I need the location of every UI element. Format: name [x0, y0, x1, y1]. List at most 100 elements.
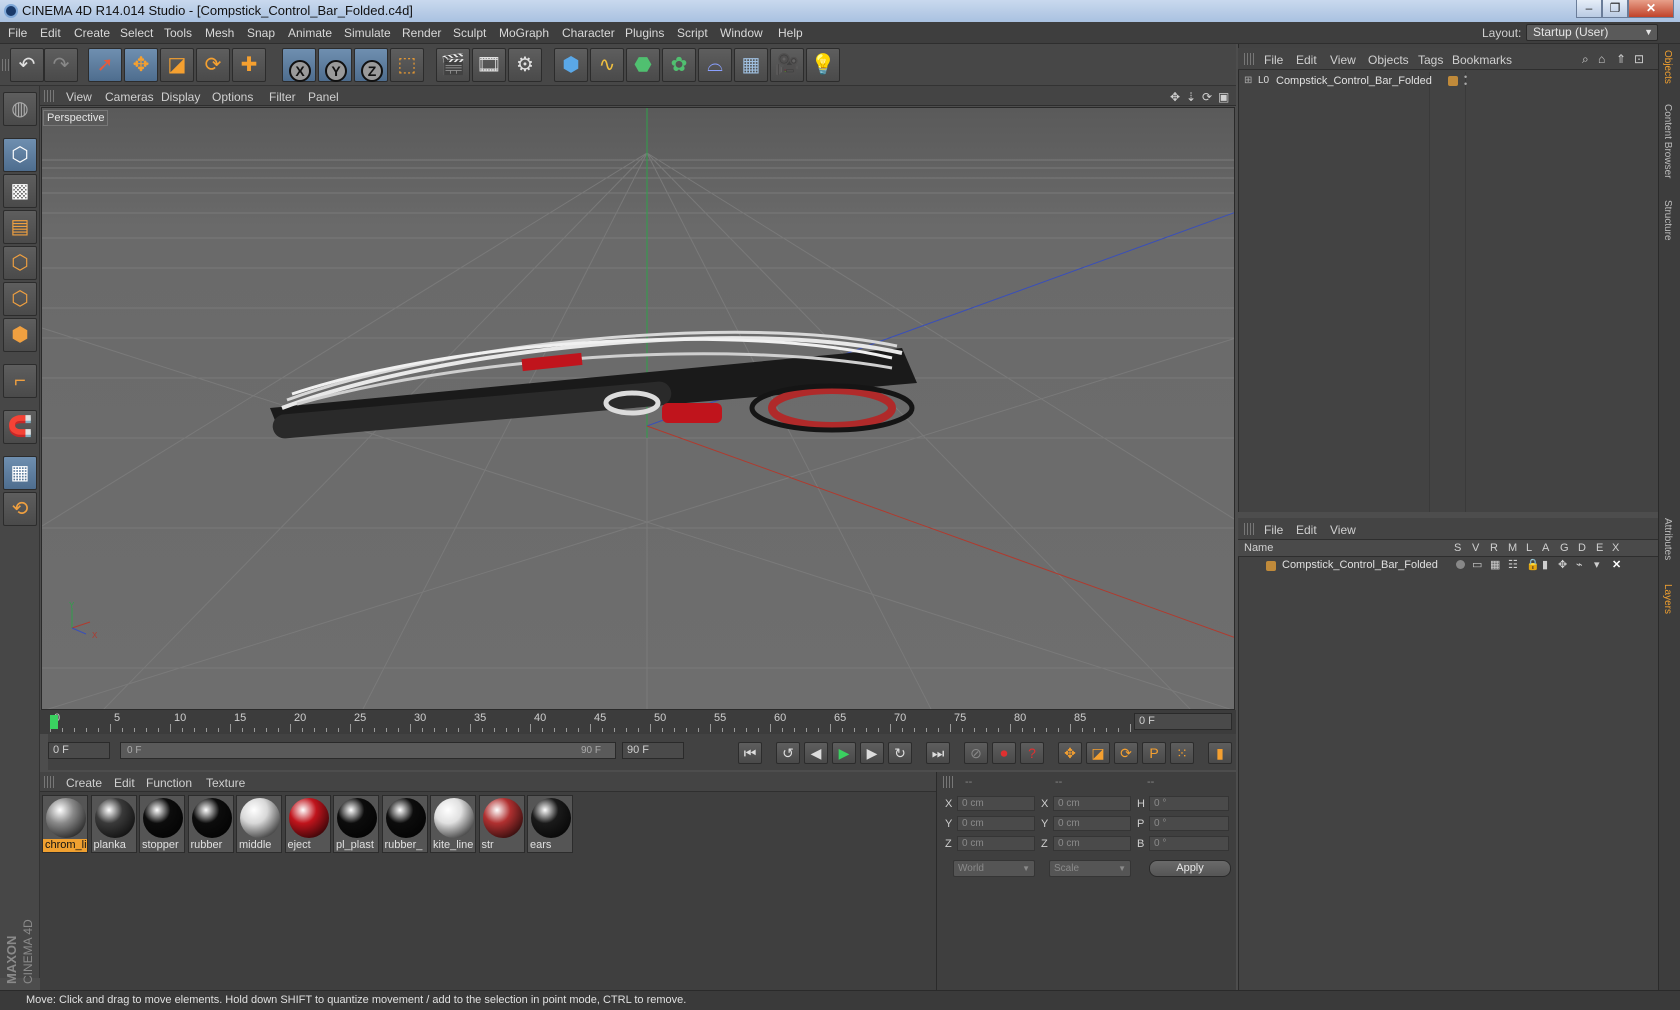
current-frame-marker[interactable] [50, 715, 58, 729]
add-icon[interactable]: ✚ [232, 48, 266, 82]
layer-col-s[interactable]: S [1454, 542, 1461, 554]
viewport-grip[interactable] [44, 90, 54, 102]
home-icon[interactable]: ⌂ [1598, 52, 1605, 66]
material-swatch[interactable]: str [478, 795, 525, 853]
material-swatch[interactable]: middle [236, 795, 282, 853]
polygons-mode-icon[interactable]: ⬢ [3, 318, 37, 352]
go-to-end-icon[interactable]: ⏭ [926, 742, 950, 764]
menu-sculpt[interactable]: Sculpt [453, 26, 486, 40]
object-layer-swatch[interactable] [1448, 76, 1458, 86]
viewport-zoom-icon[interactable]: ⇣ [1186, 90, 1196, 104]
expression-icon[interactable]: ▾ [1594, 558, 1600, 571]
cube-icon[interactable]: ⬢ [554, 48, 588, 82]
camera-icon[interactable]: 🎥 [770, 48, 804, 82]
scale-icon[interactable]: ◪ [160, 48, 194, 82]
layer-col-name[interactable]: Name [1244, 542, 1273, 554]
snap-settings-icon[interactable]: ⟲ [3, 492, 37, 526]
axis-mode-icon[interactable]: ⌐ [3, 364, 37, 398]
layer-name[interactable]: Compstick_Control_Bar_Folded [1282, 559, 1438, 571]
layer-col-l[interactable]: L [1526, 542, 1532, 554]
y-axis-icon[interactable]: Y [318, 48, 352, 82]
layer-menu-view[interactable]: View [1330, 523, 1356, 537]
material-swatch[interactable]: rubber_ [381, 795, 428, 853]
layer-menu-file[interactable]: File [1264, 523, 1283, 537]
record-keys-icon[interactable]: ⊘ [964, 742, 988, 764]
layer-col-m[interactable]: M [1508, 542, 1517, 554]
rotate-icon[interactable]: ⟳ [196, 48, 230, 82]
search-icon[interactable]: ⌕ [1582, 52, 1589, 67]
material-swatch[interactable]: kite_line [430, 795, 476, 853]
object-grip[interactable] [1244, 53, 1254, 65]
coordinate-system-icon[interactable]: ⬚ [390, 48, 424, 82]
viewport-menu-panel[interactable]: Panel [308, 90, 339, 104]
object-row[interactable]: ⊞ L0 Compstick_Control_Bar_Folded • • [1242, 73, 1650, 90]
array-icon[interactable]: ✿ [662, 48, 696, 82]
maximize-button[interactable]: ❐ [1602, 0, 1628, 18]
solo-toggle[interactable] [1456, 560, 1465, 569]
end-frame-field[interactable]: 90 F [622, 742, 684, 759]
layer-col-a[interactable]: A [1542, 542, 1549, 554]
position-y-field[interactable]: 0 cm [957, 816, 1035, 831]
apply-button[interactable]: Apply [1149, 860, 1231, 877]
position-z-field[interactable]: 0 cm [957, 836, 1035, 851]
render-picture-viewer-icon[interactable]: 🎞 [472, 48, 506, 82]
material-swatch[interactable]: stopper [139, 795, 185, 853]
texture-mode-icon[interactable]: ▩ [3, 174, 37, 208]
object-name[interactable]: Compstick_Control_Bar_Folded [1276, 75, 1432, 87]
layer-col-v[interactable]: V [1472, 542, 1479, 554]
coordinate-mode-select[interactable]: World ▼ [953, 860, 1035, 877]
viewport-menu-options[interactable]: Options [212, 90, 253, 104]
edges-mode-icon[interactable]: ⬡ [3, 282, 37, 316]
points-mode-icon[interactable]: ⬡ [3, 246, 37, 280]
object-menu-tags[interactable]: Tags [1418, 53, 1443, 67]
start-frame-field[interactable]: 0 F [48, 742, 110, 759]
timeline-icon[interactable]: ▮ [1208, 742, 1232, 764]
coord-grip[interactable] [943, 776, 953, 788]
menu-select[interactable]: Select [120, 26, 153, 40]
next-frame-icon[interactable]: ▶ [860, 742, 884, 764]
render-view-icon[interactable]: 🎬 [436, 48, 470, 82]
viewport-menu-cameras[interactable]: Cameras [105, 90, 154, 104]
parameter-key-icon[interactable]: P [1142, 742, 1166, 764]
manager-icon[interactable]: ☷ [1508, 558, 1518, 571]
pla-key-icon[interactable]: ⁙ [1170, 742, 1194, 764]
rotation-key-icon[interactable]: ⟳ [1114, 742, 1138, 764]
object-menu-view[interactable]: View [1330, 53, 1356, 67]
material-menu-edit[interactable]: Edit [114, 776, 135, 790]
menu-window[interactable]: Window [720, 26, 763, 40]
snap-enable-icon[interactable]: ▦ [3, 456, 37, 490]
menu-help[interactable]: Help [778, 26, 803, 40]
visibility-dots-icon[interactable]: • • [1464, 73, 1467, 89]
material-menu-function[interactable]: Function [146, 776, 192, 790]
up-icon[interactable]: ⇑ [1616, 52, 1626, 66]
minimize-button[interactable]: ‒ [1576, 0, 1602, 18]
material-swatch[interactable]: rubber [187, 795, 234, 853]
new-window-icon[interactable]: ⊡ [1634, 52, 1644, 66]
viewport-menu-view[interactable]: View [66, 90, 92, 104]
generator-icon[interactable]: ✥ [1558, 558, 1567, 571]
tab-content-browser[interactable]: Content Browser [1662, 104, 1673, 178]
nurbs-icon[interactable]: ⬣ [626, 48, 660, 82]
position-x-field[interactable]: 0 cm [957, 796, 1035, 811]
size-z-field[interactable]: 0 cm [1053, 836, 1131, 851]
layer-grip[interactable] [1244, 523, 1254, 535]
material-menu-create[interactable]: Create [66, 776, 102, 790]
workplane-mode-icon[interactable]: ▤ [3, 210, 37, 244]
close-button[interactable]: ✕ [1628, 0, 1674, 18]
material-swatch[interactable]: eject [284, 795, 331, 853]
layer-col-g[interactable]: G [1560, 542, 1569, 554]
deformer-icon[interactable]: ⌁ [1576, 558, 1583, 571]
menu-tools[interactable]: Tools [164, 26, 192, 40]
menu-character[interactable]: Character [562, 26, 615, 40]
menu-mograph[interactable]: MoGraph [499, 26, 549, 40]
tab-structure[interactable]: Structure [1662, 200, 1673, 241]
menu-animate[interactable]: Animate [288, 26, 332, 40]
autokeying-icon[interactable]: ⏺ [992, 742, 1016, 764]
make-editable-icon[interactable]: ◍ [3, 92, 37, 126]
viewport-maximize-icon[interactable]: ▣ [1218, 90, 1229, 104]
go-to-start-icon[interactable]: ⏮ [738, 742, 762, 764]
menu-simulate[interactable]: Simulate [344, 26, 391, 40]
material-swatch[interactable]: planka [90, 795, 137, 853]
layer-col-r[interactable]: R [1490, 542, 1498, 554]
menu-script[interactable]: Script [677, 26, 708, 40]
